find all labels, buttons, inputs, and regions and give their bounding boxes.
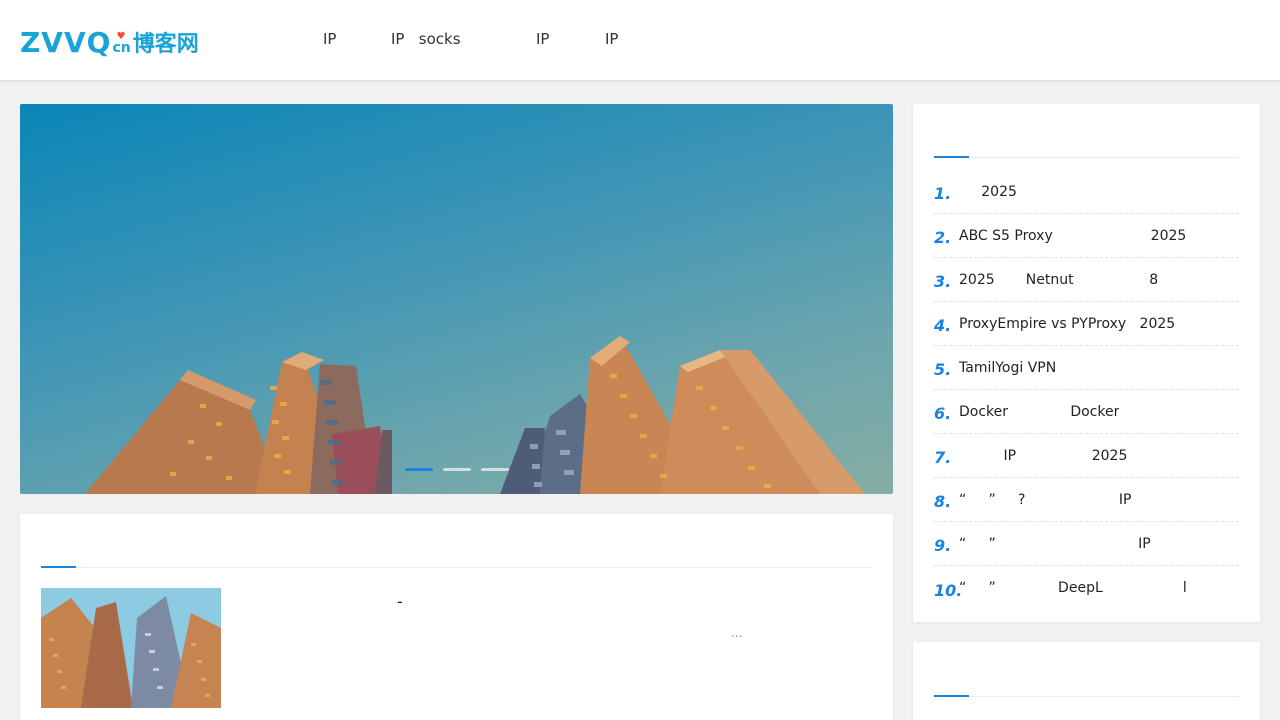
slider-dot-2[interactable] bbox=[443, 468, 471, 471]
rank-number: 9. bbox=[934, 536, 952, 555]
post-link[interactable]: IP 2025 bbox=[959, 448, 1128, 464]
hero-slider[interactable] bbox=[20, 104, 893, 494]
list-item[interactable]: 2. ABC S5 Proxy 2025 bbox=[934, 214, 1239, 258]
rank-number: 3. bbox=[934, 272, 952, 291]
heart-icon: ♥ bbox=[116, 31, 126, 42]
post-excerpt: ... bbox=[731, 626, 743, 640]
latest-posts-card: - ... bbox=[20, 514, 893, 720]
post-link[interactable]: ProxyEmpire vs PYProxy 2025 bbox=[959, 316, 1175, 332]
post-link[interactable]: “ ” DeepL l bbox=[959, 580, 1187, 596]
section-divider bbox=[934, 157, 1239, 158]
slider-dot-1[interactable] bbox=[405, 468, 433, 471]
slider-dot-3[interactable] bbox=[481, 468, 509, 471]
section-title-underline bbox=[41, 566, 76, 568]
hot-posts-card: 1. 2025 2. ABC S5 Proxy 2025 3. 2025 Net… bbox=[913, 104, 1260, 622]
list-item[interactable]: 7. IP 2025 bbox=[934, 434, 1239, 478]
logo-wordmark: ZVVQ bbox=[20, 26, 112, 59]
sidebar-card-2 bbox=[913, 642, 1260, 720]
rank-number: 6. bbox=[934, 404, 952, 423]
post-link[interactable]: “ ” ? IP bbox=[959, 492, 1131, 508]
list-item[interactable]: 3. 2025 Netnut 8 bbox=[934, 258, 1239, 302]
hot-posts-list: 1. 2025 2. ABC S5 Proxy 2025 3. 2025 Net… bbox=[934, 170, 1239, 610]
logo-tld: ♥ cn bbox=[112, 32, 131, 56]
post-link[interactable]: 2025 Netnut 8 bbox=[959, 272, 1158, 288]
nav-item-2[interactable]: IP socks bbox=[391, 30, 461, 48]
post-thumbnail[interactable] bbox=[41, 588, 221, 708]
logo-tld-text: cn bbox=[112, 40, 131, 56]
rank-number: 8. bbox=[934, 492, 952, 511]
post-link[interactable]: TamilYogi VPN bbox=[959, 360, 1056, 376]
list-item[interactable]: 9. “ ” IP bbox=[934, 522, 1239, 566]
section-divider bbox=[934, 696, 1239, 697]
list-item[interactable]: 1. 2025 bbox=[934, 170, 1239, 214]
rank-number: 2. bbox=[934, 228, 952, 247]
post-link[interactable]: ABC S5 Proxy 2025 bbox=[959, 228, 1186, 244]
post-link[interactable]: Docker Docker bbox=[959, 404, 1119, 420]
rank-number: 10. bbox=[934, 580, 963, 600]
nav-item-4[interactable]: IP bbox=[605, 30, 618, 48]
rank-number: 4. bbox=[934, 316, 952, 335]
slider-dots bbox=[405, 468, 509, 471]
post-link[interactable]: 2025 bbox=[959, 184, 1017, 200]
nav-item-1[interactable]: IP bbox=[323, 30, 336, 48]
section-title-underline bbox=[934, 695, 969, 697]
list-item[interactable]: 6. Docker Docker bbox=[934, 390, 1239, 434]
site-header: ZVVQ ♥ cn 博客网 IP IP socks IP IP bbox=[0, 0, 1280, 80]
rank-number: 7. bbox=[934, 448, 952, 467]
rank-number: 5. bbox=[934, 360, 952, 379]
post-link[interactable]: “ ” IP bbox=[959, 536, 1151, 552]
logo-chinese-text: 博客网 bbox=[132, 32, 199, 57]
post-thumbnail-image bbox=[41, 588, 221, 708]
list-item[interactable]: 5. TamilYogi VPN bbox=[934, 346, 1239, 390]
section-divider bbox=[41, 567, 872, 568]
post-title[interactable]: - bbox=[397, 592, 403, 611]
list-item[interactable]: 8. “ ” ? IP bbox=[934, 478, 1239, 522]
rank-number: 1. bbox=[934, 184, 952, 203]
list-item[interactable]: 10. “ ” DeepL l bbox=[934, 566, 1239, 610]
list-item[interactable]: 4. ProxyEmpire vs PYProxy 2025 bbox=[934, 302, 1239, 346]
nav-item-3[interactable]: IP bbox=[536, 30, 549, 48]
section-title-underline bbox=[934, 156, 969, 158]
site-logo[interactable]: ZVVQ ♥ cn 博客网 bbox=[20, 27, 199, 57]
hero-image bbox=[85, 336, 865, 494]
